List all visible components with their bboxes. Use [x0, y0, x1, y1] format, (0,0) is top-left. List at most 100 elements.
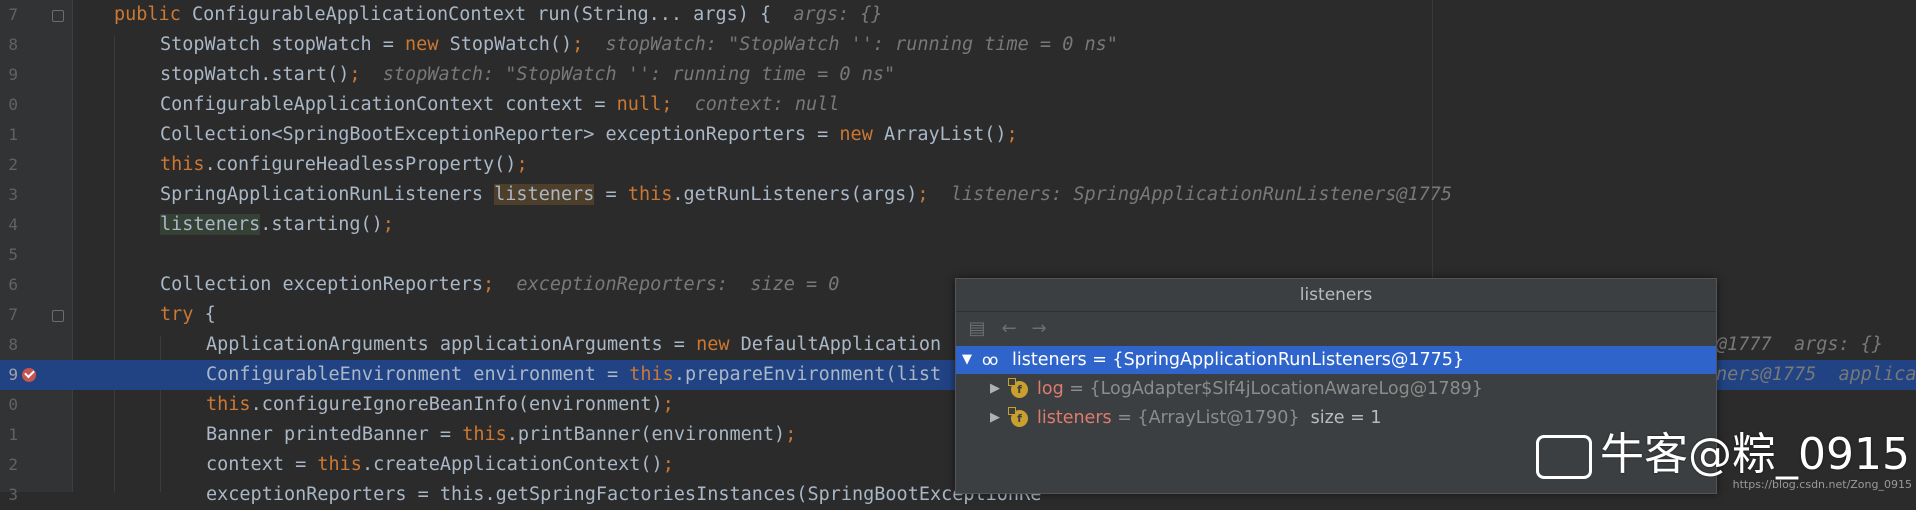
code-text: listeners.starting();: [160, 214, 394, 236]
code-token: ApplicationArguments applicationArgument…: [206, 334, 697, 355]
code-token: ArrayList(): [883, 124, 1007, 145]
code-text: this.configureHeadlessProperty();: [160, 154, 528, 176]
line-number[interactable]: 8: [0, 35, 18, 55]
collapse-arrow-icon[interactable]: ▼: [962, 346, 972, 374]
code-token: ConfigurableApplicationContext run(Strin…: [191, 4, 794, 25]
navigate-declaration-icon[interactable]: ▤: [966, 318, 988, 340]
code-line[interactable]: 2 this.configureHeadlessProperty();: [0, 150, 1916, 180]
back-arrow-icon[interactable]: ←: [998, 318, 1020, 340]
code-text: Banner printedBanner = this.printBanner(…: [206, 424, 796, 446]
line-number[interactable]: 3: [0, 485, 18, 505]
node-value: = {ArrayList@1790}: [1111, 408, 1300, 428]
code-line[interactable]: 7 public ConfigurableApplicationContext r…: [0, 0, 1916, 30]
code-token: ;: [785, 424, 797, 445]
line-number[interactable]: 5: [0, 245, 18, 265]
code-text: exceptionReporters = this.getSpringFacto…: [206, 484, 1041, 506]
line-number[interactable]: 4: [0, 215, 18, 235]
code-text: stopWatch.start(); stopWatch: "StopWatch…: [160, 64, 895, 86]
line-number[interactable]: 0: [0, 95, 18, 115]
code-token: ;: [516, 154, 528, 175]
code-token: ;: [662, 454, 674, 475]
code-token: SpringApplicationRunListeners: [160, 184, 495, 205]
private-lock-icon: [1008, 407, 1016, 415]
code-text: StopWatch stopWatch = new StopWatch(); s…: [160, 34, 1118, 56]
code-token: listeners: [160, 214, 261, 235]
code-token: stopWatch.start(): [160, 64, 350, 85]
code-text: ConfigurableApplicationContext context =…: [160, 94, 839, 116]
code-token: try: [160, 304, 205, 325]
fold-marker-icon[interactable]: [52, 10, 64, 22]
code-text: this.configureIgnoreBeanInfo(environment…: [206, 394, 674, 416]
popup-toolbar: ▤ ← →: [956, 312, 1716, 346]
inline-debug-value: exceptionReporters: size = 0: [494, 274, 840, 295]
code-token: .printBanner(environment): [506, 424, 786, 445]
expand-arrow-icon[interactable]: ▶: [990, 375, 1000, 403]
code-text: ConfigurableEnvironment environment = th…: [206, 364, 941, 386]
code-token: ConfigurableApplicationContext context =: [160, 94, 617, 115]
code-token: this: [629, 364, 674, 385]
tree-node-log[interactable]: ▶ f log = {LogAdapter$Slf4jLocationAwareLo…: [956, 375, 1716, 403]
watermark: 牛客@粽_0915: [1536, 430, 1910, 480]
code-token: .configureHeadlessProperty(): [204, 154, 517, 175]
line-number[interactable]: 9: [0, 65, 18, 85]
watermark-url: https://blog.csdn.net/Zong_0915: [1732, 478, 1912, 491]
watermark-text: 牛客@粽_0915: [1600, 429, 1910, 480]
code-token: Collection<SpringBootExceptionReporter> …: [160, 124, 840, 145]
line-number[interactable]: 6: [0, 275, 18, 295]
line-number[interactable]: 1: [0, 425, 18, 445]
node-size: size = 1: [1299, 408, 1382, 428]
code-text: try {: [160, 304, 216, 326]
code-token: ;: [1006, 124, 1018, 145]
inline-debug-value: stopWatch: "StopWatch '': running time =…: [583, 34, 1118, 55]
code-token: .configureIgnoreBeanInfo(environment): [250, 394, 663, 415]
code-line[interactable]: 5: [0, 240, 1916, 270]
line-number[interactable]: 8: [0, 335, 18, 355]
node-name: listeners: [1037, 408, 1112, 428]
forward-arrow-icon[interactable]: →: [1028, 318, 1050, 340]
code-token: exceptionReporters = this.getSpringFacto…: [206, 484, 1042, 505]
code-token: this: [462, 424, 507, 445]
code-token: this: [160, 154, 205, 175]
watermark-logo-icon: [1536, 435, 1593, 479]
inline-debug-value: context: null: [672, 94, 840, 115]
line-number[interactable]: 0: [0, 395, 18, 415]
node-name: listeners: [1012, 350, 1087, 370]
line-number[interactable]: 7: [0, 5, 18, 25]
code-line[interactable]: 3 SpringApplicationRunListeners listeners…: [0, 180, 1916, 210]
code-token: ;: [662, 394, 674, 415]
code-token: ;: [483, 274, 495, 295]
code-text: Collection<SpringBootExceptionReporter> …: [160, 124, 1018, 146]
line-number[interactable]: 7: [0, 305, 18, 325]
line-number[interactable]: 3: [0, 185, 18, 205]
code-token: public: [114, 4, 192, 25]
inline-debug-value: ners@1775 applica: [1716, 364, 1916, 385]
private-lock-icon: [1008, 378, 1016, 386]
code-text: public ConfigurableApplicationContext ru…: [114, 4, 883, 26]
code-line[interactable]: 8 StopWatch stopWatch = new StopWatch(); …: [0, 30, 1916, 60]
code-token: ConfigurableEnvironment environment =: [206, 364, 630, 385]
code-token: .getRunListeners(args): [672, 184, 918, 205]
expand-arrow-icon[interactable]: ▶: [990, 404, 1000, 432]
code-line[interactable]: 1 Collection<SpringBootExceptionReporter>…: [0, 120, 1916, 150]
fold-marker-icon[interactable]: [52, 310, 64, 322]
code-line[interactable]: 9 stopWatch.start(); stopWatch: "StopWatc…: [0, 60, 1916, 90]
line-number[interactable]: 1: [0, 125, 18, 145]
code-text: ApplicationArguments applicationArgument…: [206, 334, 941, 356]
code-token: ;: [917, 184, 929, 205]
code-line[interactable]: 4 listeners.starting();: [0, 210, 1916, 240]
line-number[interactable]: 2: [0, 455, 18, 475]
node-text: listeners = {SpringApplicationRunListene…: [1012, 346, 1464, 374]
code-token: StopWatch stopWatch =: [160, 34, 406, 55]
node-name: log: [1037, 379, 1064, 399]
code-line[interactable]: 0 ConfigurableApplicationContext context …: [0, 90, 1916, 120]
line-number[interactable]: 2: [0, 155, 18, 175]
line-number[interactable]: 9: [0, 365, 18, 385]
tree-node-listeners[interactable]: ▼ oo listeners = {SpringApplicationRunList…: [956, 346, 1716, 374]
watch-icon: oo: [982, 351, 998, 369]
code-text: SpringApplicationRunListeners listeners …: [160, 184, 1452, 206]
code-token: ;: [382, 214, 394, 235]
tree-node-listeners[interactable]: ▶ f listeners = {ArrayList@1790} size = 1: [956, 404, 1716, 432]
code-token: .createApplicationContext(): [361, 454, 663, 475]
breakpoint-icon[interactable]: [22, 368, 36, 382]
code-token: new: [839, 124, 884, 145]
